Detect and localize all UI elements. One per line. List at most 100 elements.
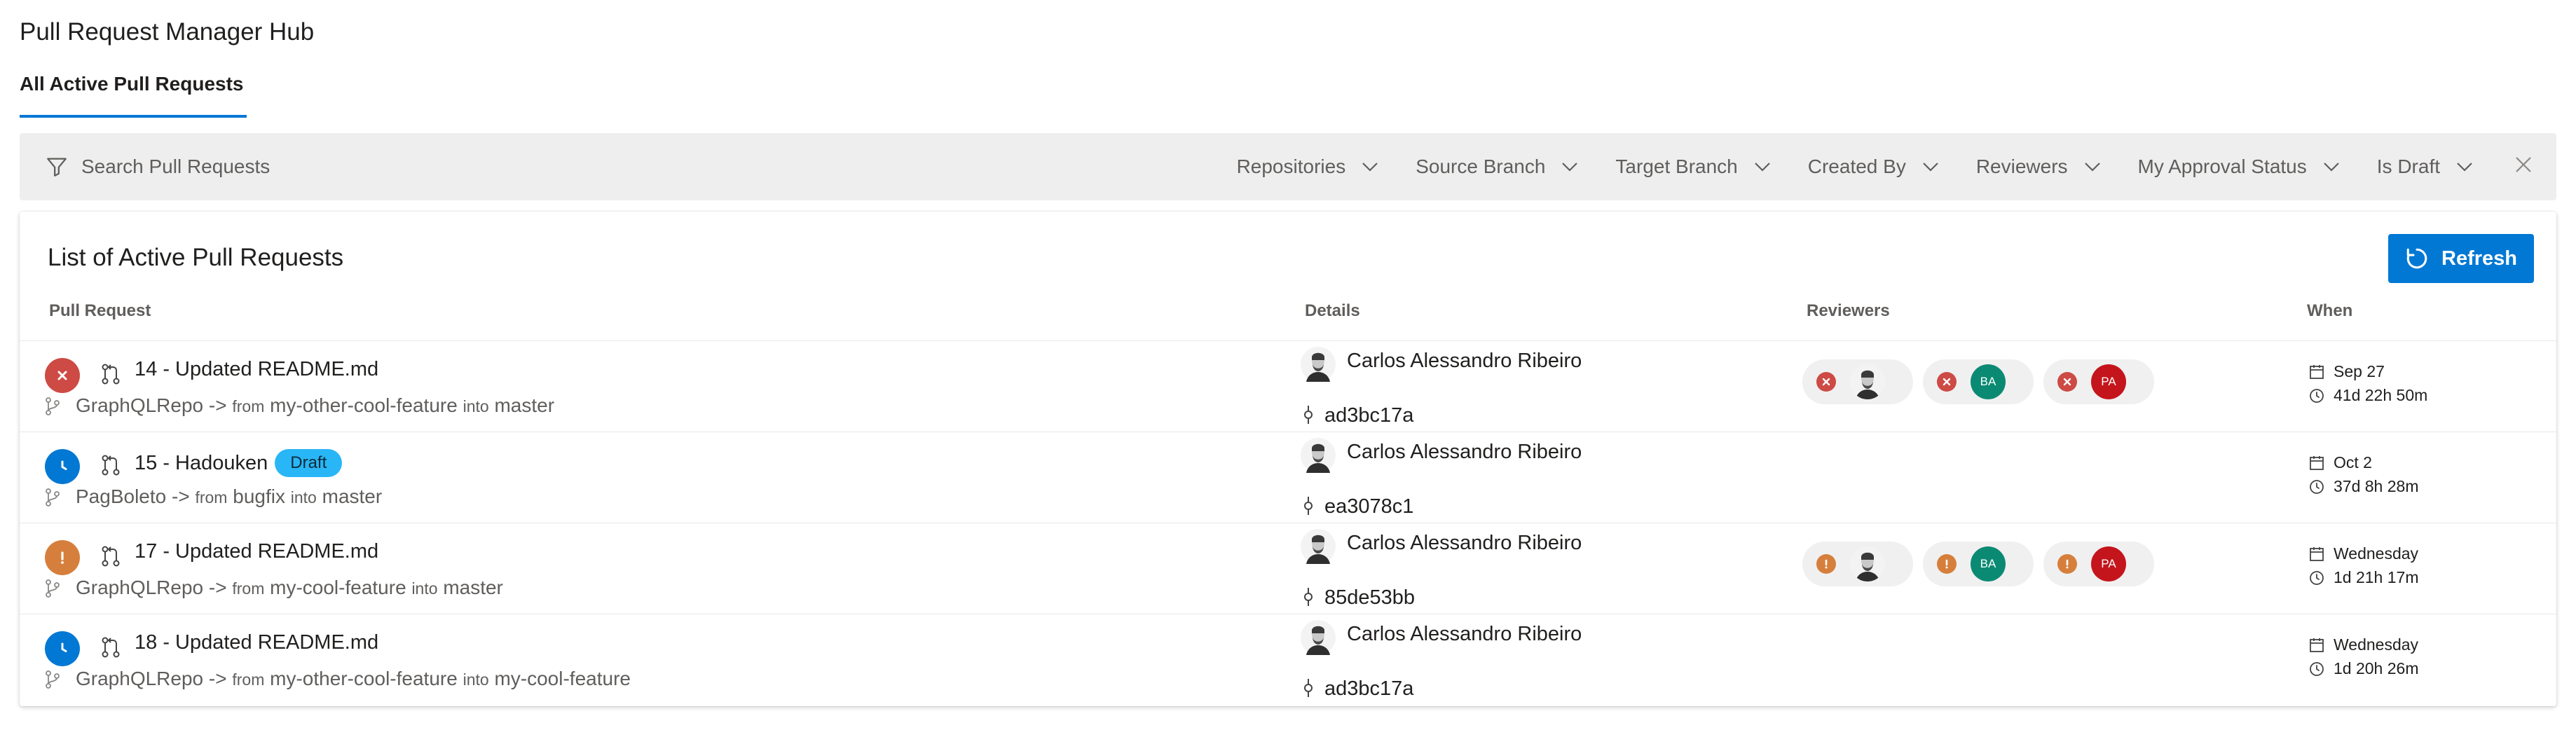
table-row[interactable]: 18 - Updated README.md GraphQLRepo -> fro…: [20, 614, 2556, 705]
target-branch: master: [322, 485, 383, 507]
calendar-icon: [2310, 364, 2324, 379]
filter-label: Source Branch: [1416, 156, 1546, 177]
from-word: from: [232, 397, 265, 415]
filter-is-draft[interactable]: Is Draft: [2377, 156, 2474, 178]
pull-request-list-card: List of Active Pull Requests Refresh Pul…: [20, 212, 2556, 706]
filter-reviewers[interactable]: Reviewers: [1976, 156, 2102, 178]
calendar-icon: [2310, 455, 2324, 470]
refresh-button[interactable]: Refresh: [2388, 234, 2534, 283]
pull-request-title-link[interactable]: 17 - Updated README.md: [135, 540, 378, 563]
commit-icon: [1302, 677, 1315, 702]
table-row[interactable]: 17 - Updated README.md GraphQLRepo -> fro…: [20, 523, 2556, 614]
vote-rejected-icon: [2057, 372, 2077, 392]
filter-label: Is Draft: [2376, 156, 2440, 177]
pull-request-title: 18 - Updated README.md: [135, 631, 379, 654]
created-date: Wednesday: [2308, 635, 2418, 654]
commit-hash[interactable]: 85de53bb: [1324, 586, 1415, 609]
source-branch: bugfix: [233, 485, 285, 507]
elapsed-time: 41d 22h 50m: [2308, 386, 2427, 405]
arrow-text: ->: [208, 394, 227, 416]
reviewer-pill[interactable]: [1802, 359, 1913, 404]
date-text: Sep 27: [2334, 362, 2385, 380]
elapsed-time: 37d 8h 28m: [2308, 477, 2418, 496]
pull-request-title: 17 - Updated README.md: [135, 540, 379, 563]
clock-icon: [2310, 661, 2324, 676]
chevron-down-icon: [2084, 163, 2100, 172]
commit-hash[interactable]: ea3078c1: [1324, 495, 1413, 518]
filter-label: Reviewers: [1975, 156, 2068, 177]
search-placeholder: Search Pull Requests: [81, 156, 270, 177]
filter-label: Repositories: [1236, 156, 1346, 177]
draft-badge: Draft: [275, 449, 343, 477]
chevron-down-icon: [2457, 163, 2472, 172]
column-header-details: Details: [1305, 301, 1360, 320]
pull-request-title: 15 - Hadouken: [135, 451, 268, 474]
date-text: Wednesday: [2334, 544, 2419, 563]
pull-request-title-link[interactable]: 18 - Updated README.md: [135, 631, 378, 654]
chevron-down-icon: [1754, 163, 1770, 172]
reviewer-avatar: [1850, 364, 1885, 399]
calendar-icon: [2310, 546, 2324, 561]
duration-text: 1d 21h 17m: [2334, 568, 2419, 586]
created-date: Sep 27: [2308, 362, 2385, 381]
repository-name: PagBoleto: [76, 485, 167, 507]
from-word: from: [232, 670, 265, 689]
author-name: Carlos Alessandro Ribeiro: [1347, 350, 1582, 372]
commit-hash[interactable]: ad3bc17a: [1324, 404, 1413, 427]
arrow-text: ->: [208, 668, 227, 689]
status-waiting-icon: [45, 631, 80, 666]
filter-target-branch[interactable]: Target Branch: [1615, 156, 1771, 178]
pull-request-title-link[interactable]: 15 - Hadouken Draft: [135, 449, 343, 477]
filter-my-approval-status[interactable]: My Approval Status: [2138, 156, 2341, 178]
column-header-pull-request: Pull Request: [49, 301, 151, 320]
author-name: Carlos Alessandro Ribeiro: [1347, 623, 1582, 645]
reviewer-avatar: [1850, 546, 1885, 581]
column-header-when: When: [2307, 301, 2353, 320]
clock-icon: [2310, 570, 2324, 585]
commit-icon: [1302, 495, 1315, 520]
filter-source-branch[interactable]: Source Branch: [1416, 156, 1579, 178]
vote-warning-icon: [1937, 554, 1957, 574]
vote-warning-icon: [1816, 554, 1836, 574]
repository-name: GraphQLRepo: [76, 577, 204, 598]
filter-label: Created By: [1807, 156, 1906, 177]
commit-hash[interactable]: ad3bc17a: [1324, 677, 1413, 701]
author-avatar: [1301, 529, 1336, 567]
pull-request-title-link[interactable]: 14 - Updated README.md: [135, 358, 378, 381]
filter-created-by[interactable]: Created By: [1808, 156, 1940, 178]
reviewer-pill[interactable]: [1802, 542, 1913, 586]
chevron-down-icon: [1923, 163, 1938, 172]
author-avatar: [1301, 620, 1336, 659]
commit-icon: [1302, 404, 1315, 429]
reviewer-pill[interactable]: PA: [2043, 542, 2154, 586]
filter-repositories[interactable]: Repositories: [1237, 156, 1380, 178]
branch-info: PagBoleto -> from bugfix into master: [76, 485, 382, 508]
filter-label: My Approval Status: [2137, 156, 2307, 177]
reviewers-list: BA PA: [1802, 542, 2164, 586]
filter-bar: Search Pull Requests Repositories Source …: [20, 133, 2556, 200]
branch-info: GraphQLRepo -> from my-other-cool-featur…: [76, 394, 554, 417]
reviewer-pill[interactable]: BA: [1923, 359, 2034, 404]
vote-warning-icon: [2057, 554, 2077, 574]
vote-rejected-icon: [1937, 372, 1957, 392]
tab-all-active-pull-requests[interactable]: All Active Pull Requests: [20, 73, 247, 118]
branch-icon: [45, 397, 60, 419]
target-branch: master: [443, 577, 503, 598]
reviewer-pill[interactable]: PA: [2043, 359, 2154, 404]
reviewer-avatar: PA: [2091, 546, 2126, 581]
reviewer-avatar: BA: [1971, 546, 2006, 581]
table-row[interactable]: 14 - Updated README.md GraphQLRepo -> fro…: [20, 340, 2556, 432]
clear-filters-button[interactable]: [2514, 156, 2533, 179]
branch-icon: [45, 670, 60, 692]
table-row[interactable]: 15 - Hadouken Draft PagBoleto -> from bugf…: [20, 432, 2556, 523]
status-rejected-icon: [45, 358, 80, 393]
page-title: Pull Request Manager Hub: [20, 18, 315, 46]
calendar-icon: [2310, 638, 2324, 652]
arrow-text: ->: [208, 577, 227, 598]
into-word: into: [463, 397, 489, 415]
search-input[interactable]: Search Pull Requests: [45, 155, 270, 179]
refresh-label: Refresh: [2441, 247, 2517, 270]
reviewer-pill[interactable]: BA: [1923, 542, 2034, 586]
repository-name: GraphQLRepo: [76, 668, 204, 689]
list-title: List of Active Pull Requests: [48, 244, 344, 271]
